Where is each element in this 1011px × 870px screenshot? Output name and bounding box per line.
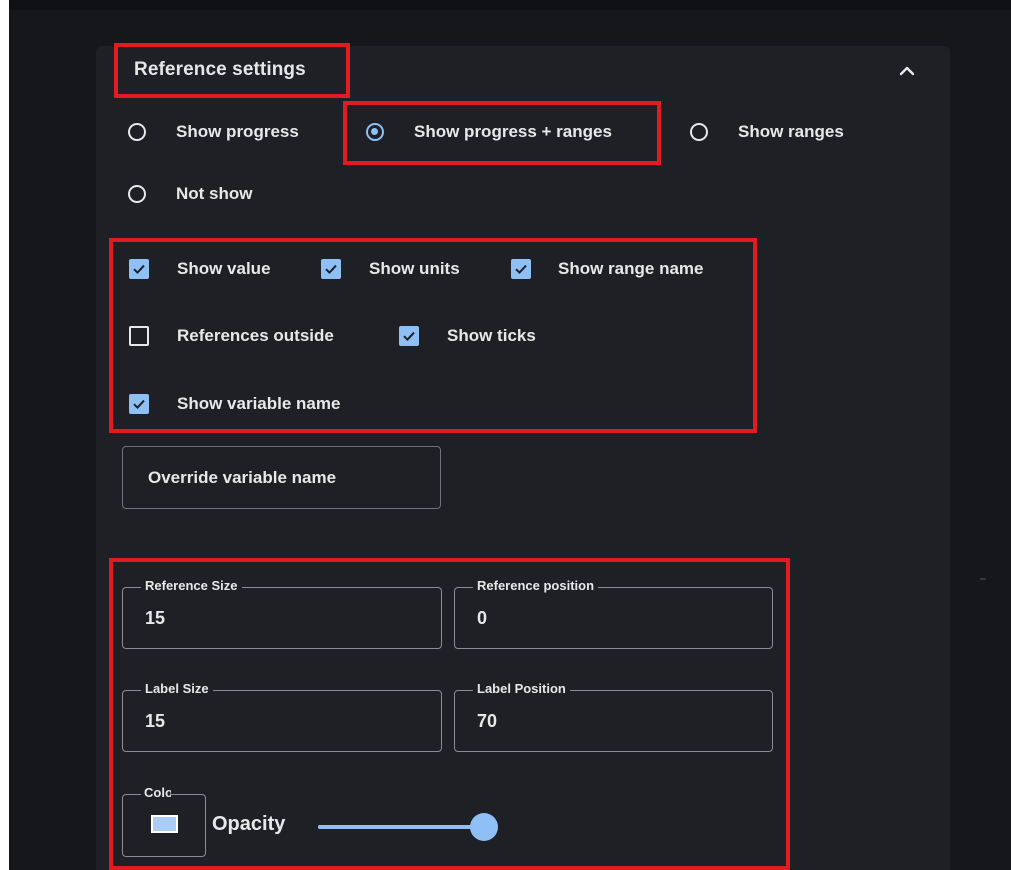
label-size-field[interactable]: Label Size 15 xyxy=(122,681,442,752)
check-icon xyxy=(325,264,337,275)
radio-label: Not show xyxy=(176,184,253,203)
opacity-label: Opacity xyxy=(212,813,286,835)
checkbox-show-value[interactable]: Show value xyxy=(129,259,271,279)
field-label: Label Position xyxy=(473,681,570,696)
color-swatch[interactable] xyxy=(151,815,178,833)
checkbox-label: Show range name xyxy=(558,259,704,278)
check-icon xyxy=(515,264,527,275)
top-strip xyxy=(9,0,1011,10)
radio-show-ranges[interactable]: Show ranges xyxy=(690,122,844,142)
collapse-button[interactable] xyxy=(894,58,920,84)
checkbox-label: Show ticks xyxy=(447,326,536,345)
radio-button[interactable] xyxy=(128,185,146,203)
label-position-field[interactable]: Label Position 70 xyxy=(454,681,773,752)
field-value[interactable]: 70 xyxy=(477,711,497,732)
radio-button[interactable] xyxy=(128,123,146,141)
radio-button[interactable] xyxy=(690,123,708,141)
check-icon xyxy=(133,264,145,275)
field-label: Reference Size xyxy=(141,578,242,593)
checkbox-label: Show units xyxy=(369,259,460,278)
radio-label: Show progress + ranges xyxy=(414,122,612,141)
checkbox-checked[interactable] xyxy=(321,259,341,279)
opacity-slider[interactable] xyxy=(318,810,500,844)
field-label: Reference position xyxy=(473,578,599,593)
checkbox-show-ticks[interactable]: Show ticks xyxy=(399,326,536,346)
checkbox-show-units[interactable]: Show units xyxy=(321,259,460,279)
reference-position-field[interactable]: Reference position 0 xyxy=(454,578,773,649)
checkbox-checked[interactable] xyxy=(399,326,419,346)
reference-size-field[interactable]: Reference Size 15 xyxy=(122,578,442,649)
checkbox-label: Show value xyxy=(177,259,271,278)
radio-label: Show ranges xyxy=(738,122,844,141)
checkbox-checked[interactable] xyxy=(129,259,149,279)
radio-show-progress-ranges[interactable]: Show progress + ranges xyxy=(366,122,612,142)
color-label: Color xyxy=(141,785,171,800)
chevron-up-icon xyxy=(899,66,915,76)
checkbox-label: References outside xyxy=(177,326,334,345)
field-value[interactable]: 15 xyxy=(145,711,165,732)
checkbox-show-variable-name[interactable]: Show variable name xyxy=(129,394,340,414)
field-value[interactable]: 0 xyxy=(477,608,487,629)
slider-fill xyxy=(318,825,484,829)
color-picker[interactable]: Color xyxy=(122,785,206,857)
checkbox-checked[interactable] xyxy=(129,394,149,414)
checkbox-checked[interactable] xyxy=(511,259,531,279)
radio-show-progress[interactable]: Show progress xyxy=(128,122,299,142)
checkbox-references-outside[interactable]: References outside xyxy=(129,326,334,346)
check-icon xyxy=(403,331,415,342)
section-title: Reference settings xyxy=(134,59,306,80)
override-variable-name-button[interactable]: Override variable name xyxy=(122,446,441,509)
divider xyxy=(980,578,986,580)
field-value[interactable]: 15 xyxy=(145,608,165,629)
slider-thumb[interactable] xyxy=(470,813,498,841)
field-label: Label Size xyxy=(141,681,213,696)
checkbox-label: Show variable name xyxy=(177,394,341,413)
radio-button-selected[interactable] xyxy=(366,123,384,141)
check-icon xyxy=(133,399,145,410)
checkbox-show-range-name[interactable]: Show range name xyxy=(511,259,703,279)
radio-not-show[interactable]: Not show xyxy=(128,184,253,204)
radio-label: Show progress xyxy=(176,122,299,141)
checkbox-unchecked[interactable] xyxy=(129,326,149,346)
